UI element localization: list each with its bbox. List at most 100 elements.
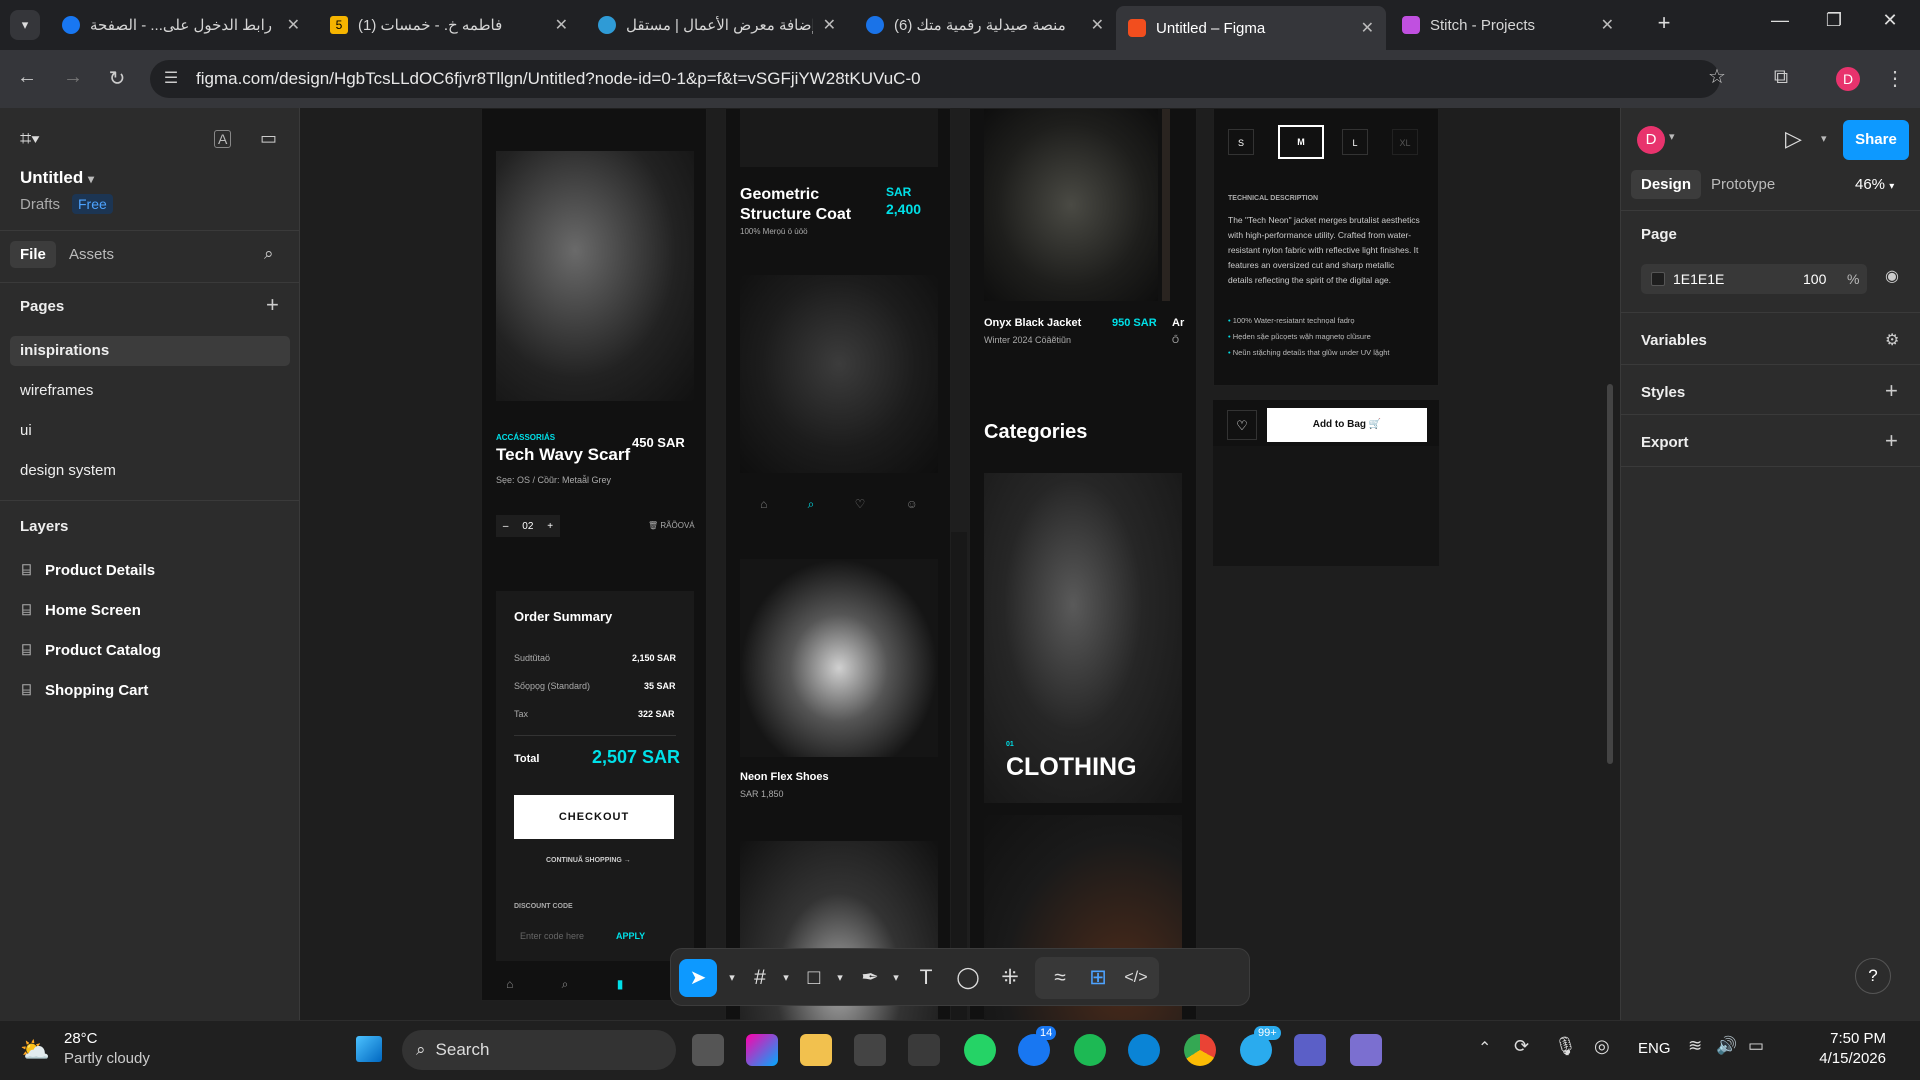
layer-product-catalog[interactable]: ⌸ Product Catalog [22,642,161,659]
task-view-icon[interactable] [692,1034,724,1066]
layer-shopping-cart[interactable]: ⌸ Shopping Cart [22,682,148,699]
canvas-scrollbar[interactable] [1607,384,1613,764]
chevron-down-icon[interactable]: ▾ [881,963,911,993]
bg-hex-value[interactable]: 1E1E1E [1673,271,1724,287]
text-tool-icon[interactable]: T [911,963,941,993]
app-icon[interactable] [908,1034,940,1066]
design-canvas[interactable]: ACCÁSSORIÁS Tech Wavy Scarf 450 SAR Sẹe:… [301,108,1619,1020]
present-play-icon[interactable]: ▷ [1785,126,1802,152]
copilot-icon[interactable] [746,1034,778,1066]
tab-pharmacy[interactable]: (6) منصة صيدلية رقمية متك ✕ [854,8,1116,42]
ai-icon[interactable]: A [214,130,232,148]
remove-button[interactable]: 🗑 RÃÕOVÁ [648,521,695,530]
page-bg-field[interactable]: 1E1E1E 100 % [1641,264,1867,294]
chevron-up-icon[interactable]: ⌃ [1478,1038,1491,1058]
search-icon[interactable]: ⌕ [808,497,815,512]
draw-mode-icon[interactable]: ≈ [1045,963,1075,993]
taskbar-search[interactable]: ⌕ Search [402,1030,676,1070]
back-icon[interactable]: ← [12,66,42,89]
browser-menu-icon[interactable]: ⋮ [1880,66,1910,91]
bg-opacity-value[interactable]: 100 [1803,271,1826,287]
close-icon[interactable]: ✕ [287,15,300,35]
design-mode-icon[interactable]: ⊞ [1083,963,1113,993]
weather-desc[interactable]: Partly cloudy [64,1050,150,1067]
share-button[interactable]: Share [1843,120,1909,160]
add-style-icon[interactable]: + [1885,378,1898,404]
chevron-down-icon[interactable]: ▾ [771,963,801,993]
tab-assets[interactable]: Assets [69,246,114,263]
profile-avatar[interactable]: D [1836,67,1860,91]
size-s[interactable]: S [1228,129,1254,155]
tab-figma[interactable]: Untitled – Figma ✕ [1116,6,1386,50]
panel-toggle-icon[interactable]: ▭ [260,128,277,149]
page-item-ui[interactable]: ui [20,422,32,439]
tab-facebook[interactable]: رابط الدخول على... - الصفحة ✕ [50,8,312,42]
edge-icon[interactable] [1128,1034,1160,1066]
language-indicator[interactable]: ENG [1638,1040,1671,1057]
battery-icon[interactable]: ▭ [1748,1036,1764,1056]
tab-file[interactable]: File [10,241,56,268]
wishlist-heart-icon[interactable]: ♡ [1227,410,1257,440]
tab-design[interactable]: Design [1631,170,1702,199]
frame-shopping-cart[interactable]: ACCÁSSORIÁS Tech Wavy Scarf 450 SAR Sẹe:… [481,108,707,1001]
whatsapp-icon[interactable] [964,1034,996,1066]
mic-muted-icon[interactable]: 🎙 [1554,1036,1577,1057]
color-swatch[interactable] [1651,272,1665,286]
dev-mode-icon[interactable]: </> [1121,963,1151,993]
layer-home-screen[interactable]: ⌸ Home Screen [22,602,141,619]
spotify-icon[interactable] [1074,1034,1106,1066]
size-xl[interactable]: XL [1392,129,1418,155]
comment-tool-icon[interactable]: ◯ [953,963,983,993]
file-name[interactable]: Untitled ▾ [20,168,94,188]
user-avatar[interactable]: D [1637,126,1665,154]
close-icon[interactable]: ✕ [1601,15,1614,35]
zoom-level[interactable]: 46% ▾ [1855,176,1894,193]
bag-icon[interactable]: ▮ [617,977,624,991]
page-item-design-system[interactable]: design system [20,462,116,479]
home-icon[interactable]: ⌂ [760,497,767,512]
reload-icon[interactable]: ↻ [102,66,132,91]
clock-date[interactable]: 4/15/2026 [1796,1050,1886,1067]
chevron-down-icon[interactable]: ▾ [1821,132,1827,145]
chevron-down-icon[interactable]: ▾ [825,963,855,993]
search-icon[interactable]: ⌕ [264,244,274,264]
extensions-icon[interactable]: ⧉ [1766,66,1796,89]
figma-menu-icon[interactable]: ⌗▾ [20,128,40,151]
add-to-bag-button[interactable]: Add to Bag 🛒 [1267,408,1427,442]
tab-prototype[interactable]: Prototype [1711,176,1775,193]
variables-icon[interactable]: ⚙ [1885,330,1899,350]
layer-product-details[interactable]: ⌸ Product Details [22,562,155,579]
heart-icon[interactable]: ♡ [855,497,866,512]
tab-stitch[interactable]: Stitch - Projects ✕ [1390,8,1626,42]
network-icon[interactable]: ◎ [1594,1036,1610,1057]
qty-minus[interactable]: – [503,521,509,532]
tab-mostaql[interactable]: إضافة معرض الأعمال | مستقل ✕ [586,8,848,42]
discount-input[interactable]: Enter code here [520,931,584,941]
store-icon[interactable] [854,1034,886,1066]
qty-plus[interactable]: + [547,521,553,532]
page-item-inspirations[interactable]: inispirations [20,342,109,359]
close-icon[interactable]: ✕ [823,15,836,35]
windows-start-icon[interactable] [356,1036,382,1062]
apply-button[interactable]: APPLY [616,931,645,941]
tab-search-dropdown-icon[interactable]: ▾ [10,10,40,40]
frame-product-catalog[interactable]: Geometric Structure Coat SAR 2,400 100% … [725,108,951,1020]
frame-home-screen[interactable]: Onyx Black Jacket 950 SAR Ar Winter 2024… [969,108,1197,1020]
size-m[interactable]: M [1278,125,1324,159]
checkout-button[interactable]: CHECKOUT [514,795,674,839]
home-icon[interactable]: ⌂ [506,977,513,991]
tab-khamsat[interactable]: 5 (1) فاطمه خ. - خمسات ✕ [318,8,580,42]
add-export-icon[interactable]: + [1885,428,1898,454]
quantity-stepper[interactable]: – 02 + [496,515,560,537]
file-explorer-icon[interactable] [800,1034,832,1066]
window-close-icon[interactable]: ✕ [1870,10,1910,31]
move-tool-icon[interactable]: ➤ [679,959,717,997]
teams-work-icon[interactable] [1350,1034,1382,1066]
page-item-wireframes[interactable]: wireframes [20,382,93,399]
close-icon[interactable]: ✕ [555,15,568,35]
weather-icon[interactable]: ⛅ [20,1036,50,1065]
chevron-down-icon[interactable]: ▾ [1669,130,1675,143]
weather-temp[interactable]: 28°C [64,1030,98,1047]
search-icon[interactable]: ⌕ [562,977,569,992]
clock-time[interactable]: 7:50 PM [1796,1030,1886,1047]
